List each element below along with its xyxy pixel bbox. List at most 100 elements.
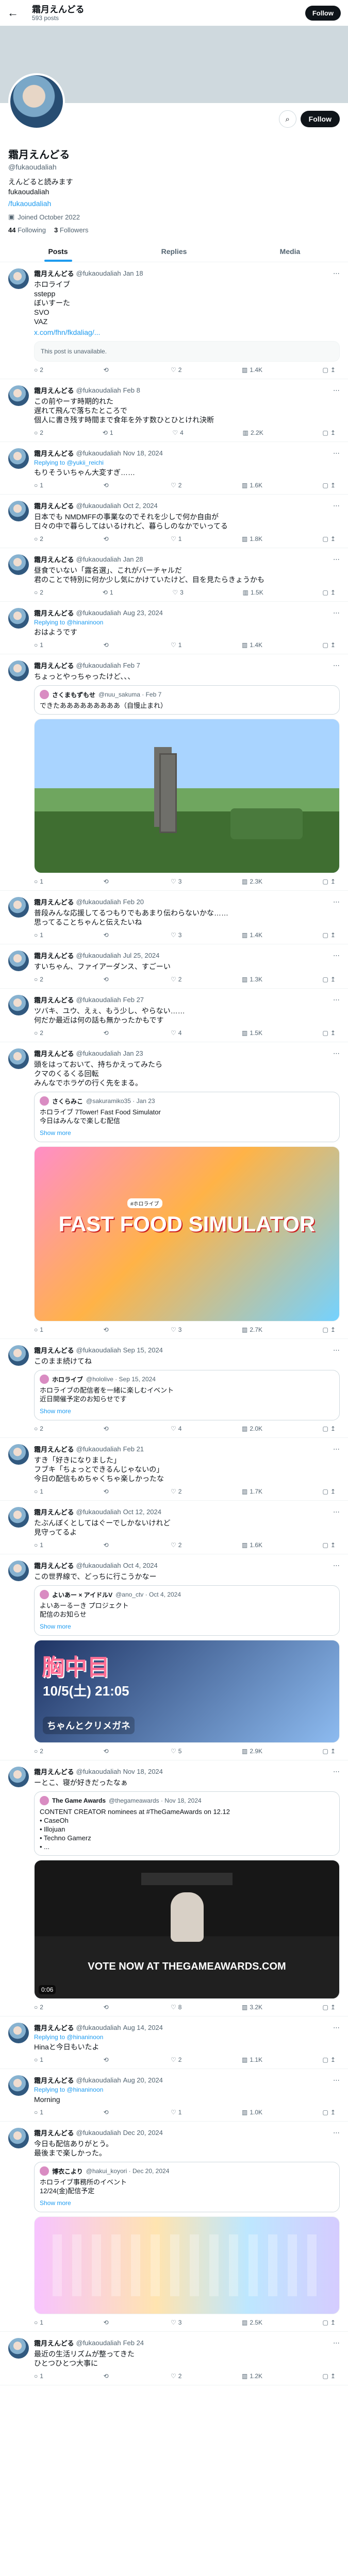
awards-video[interactable]: VOTE NOW AT THEGAMEAWARDS.COM 0:06 [34,1860,340,1999]
more-icon[interactable]: ⋯ [333,1049,340,1058]
like-button[interactable]: ♡ 2 [171,1541,181,1549]
repost-button[interactable]: ⟲ [103,2004,110,2011]
reply-button[interactable]: ○ 1 [34,1541,43,1549]
post-date[interactable]: Feb 8 [123,386,140,394]
like-button[interactable]: ♡ 2 [171,976,181,983]
bookmark-icon[interactable]: ▢ [323,641,328,649]
tab-replies[interactable]: Replies [116,240,232,262]
more-icon[interactable]: ⋯ [333,1445,340,1453]
repost-button[interactable]: ⟲ [103,931,110,939]
author-name[interactable]: 霜月えんどる [34,1444,74,1454]
author-name[interactable]: 霜月えんどる [34,660,74,670]
reply-button[interactable]: ○ 1 [34,1326,43,1333]
like-button[interactable]: ♡ 4 [171,1029,181,1037]
share-icon[interactable]: ↥ [330,878,336,885]
views-button[interactable]: ▥ 2.2K [243,429,263,436]
views-button[interactable]: ▥ 1.4K [242,641,262,649]
bookmark-icon[interactable]: ▢ [323,878,328,885]
views-button[interactable]: ▥ 1.8K [242,535,262,543]
more-icon[interactable]: ⋯ [333,386,340,395]
reply-button[interactable]: ○ 1 [34,931,43,939]
repost-button[interactable]: ⟲ 1 [103,589,113,596]
like-button[interactable]: ♡ 3 [171,878,181,885]
author-name[interactable]: 霜月えんどる [34,501,74,511]
views-button[interactable]: ▥ 1.2K [242,2372,262,2380]
post-date[interactable]: Dec 20, 2024 [123,2129,163,2137]
share-icon[interactable]: ↥ [330,2372,336,2380]
author-handle[interactable]: @fukaoudaliah [76,609,121,617]
quoted-post[interactable]: 博衣こより @hakui_koyori · Dec 20, 2024 ホロライブ事務… [34,2162,340,2212]
repost-button[interactable]: ⟲ [103,1326,110,1333]
like-button[interactable]: ♡ 4 [172,429,183,436]
post-date[interactable]: Jan 28 [123,555,143,563]
bookmark-icon[interactable]: ▢ [323,1425,328,1432]
repost-button[interactable]: ⟲ [103,2372,110,2380]
views-button[interactable]: ▥ 1.1K [242,2056,262,2063]
post-item[interactable]: 霜月えんどる @fukaoudaliah Nov 18, 2024 ⋯ ーとこ、寝が好き… [0,1760,348,2016]
views-button[interactable]: ▥ 3.2K [242,2004,262,2011]
like-button[interactable]: ♡ 1 [171,535,181,543]
post-date[interactable]: Feb 24 [123,2339,144,2347]
views-button[interactable]: ▥ 1.0K [242,2109,262,2116]
quoted-post[interactable]: よいあー × アイドルV @ano_ctv · Oct 4, 2024 よいあーるー… [34,1585,340,1636]
quoted-post[interactable]: さくらみこ @sakuramiko35 · Jan 23 ホロライブ 7Tower!… [34,1092,340,1142]
author-handle[interactable]: @fukaoudaliah [76,449,121,457]
author-handle[interactable]: @fukaoudaliah [76,1768,121,1775]
followers-count[interactable]: 3 Followers [54,226,88,234]
like-button[interactable]: ♡ 1 [171,641,181,649]
views-button[interactable]: ▥ 1.5K [243,589,263,596]
reply-button[interactable]: ○ 2 [34,366,43,374]
repost-button[interactable]: ⟲ [103,1748,110,1755]
author-handle[interactable]: @fukaoudaliah [76,1346,121,1354]
repost-button[interactable]: ⟲ [103,641,110,649]
reply-button[interactable]: ○ 2 [34,2004,43,2011]
author-handle[interactable]: @fukaoudaliah [76,952,121,959]
show-more-link[interactable]: Show more [35,1623,339,1635]
post-date[interactable]: Feb 7 [123,662,140,669]
author-name[interactable]: 霜月えんどる [34,2128,74,2138]
post-date[interactable]: Oct 4, 2024 [123,1562,158,1569]
repost-button[interactable]: ⟲ [103,2056,110,2063]
author-handle[interactable]: @fukaoudaliah [76,269,121,277]
post-item[interactable]: 霜月えんどる @fukaoudaliah Oct 12, 2024 ⋯ たぶんぼくとして… [0,1501,348,1554]
reply-button[interactable]: ○ 1 [34,2372,43,2380]
repost-button[interactable]: ⟲ [103,1541,110,1549]
bookmark-icon[interactable]: ▢ [323,2319,328,2326]
author-handle[interactable]: @fukaoudaliah [76,2076,121,2084]
author-name[interactable]: 霜月えんどる [34,897,74,907]
more-icon[interactable]: ⋯ [333,898,340,906]
more-icon[interactable]: ⋯ [333,1508,340,1516]
quoted-post[interactable]: さくまもずもせ @nuu_sakuma · Feb 7 できたあああああああああ（自… [34,685,340,715]
views-button[interactable]: ▥ 1.4K [242,366,262,374]
repost-button[interactable]: ⟲ 1 [103,429,113,436]
bookmark-icon[interactable]: ▢ [323,2109,328,2116]
post-date[interactable]: Feb 27 [123,996,144,1004]
share-icon[interactable]: ↥ [330,1488,336,1495]
post-item[interactable]: 霜月えんどる @fukaoudaliah Jul 25, 2024 ⋯ すいちゃん、ファ… [0,944,348,989]
post-item[interactable]: 霜月えんどる @fukaoudaliah Sep 15, 2024 ⋯ このまま続けてね… [0,1339,348,1438]
views-button[interactable]: ▥ 1.6K [242,482,262,489]
reply-button[interactable]: ○ 1 [34,1488,43,1495]
bookmark-icon[interactable]: ▢ [323,1326,328,1333]
author-name[interactable]: 霜月えんどる [34,1561,74,1570]
post-item[interactable]: 霜月えんどる @fukaoudaliah Aug 23, 2024 ⋯ Replying… [0,602,348,654]
share-icon[interactable]: ↥ [330,2056,336,2063]
like-button[interactable]: ♡ 2 [171,482,181,489]
views-button[interactable]: ▥ 1.7K [242,1488,262,1495]
post-item[interactable]: 霜月えんどる @fukaoudaliah Nov 18, 2024 ⋯ Replying… [0,442,348,495]
bookmark-icon[interactable]: ▢ [323,976,328,983]
author-handle[interactable]: @fukaoudaliah [76,502,121,510]
post-date[interactable]: Nov 18, 2024 [123,449,163,457]
author-name[interactable]: 霜月えんどる [34,1345,74,1355]
repost-button[interactable]: ⟲ [103,2319,110,2326]
share-icon[interactable]: ↥ [330,1326,336,1333]
like-button[interactable]: ♡ 3 [172,589,183,596]
author-handle[interactable]: @fukaoudaliah [76,2129,121,2137]
like-button[interactable]: ♡ 2 [171,1488,181,1495]
post-date[interactable]: Sep 15, 2024 [123,1346,163,1354]
follow-button[interactable]: Follow [300,111,340,127]
share-icon[interactable]: ↥ [330,1425,336,1432]
views-button[interactable]: ▥ 2.7K [242,1326,262,1333]
author-name[interactable]: 霜月えんどる [34,2338,74,2348]
reply-to-handle[interactable]: @hinaninoon [67,619,103,626]
